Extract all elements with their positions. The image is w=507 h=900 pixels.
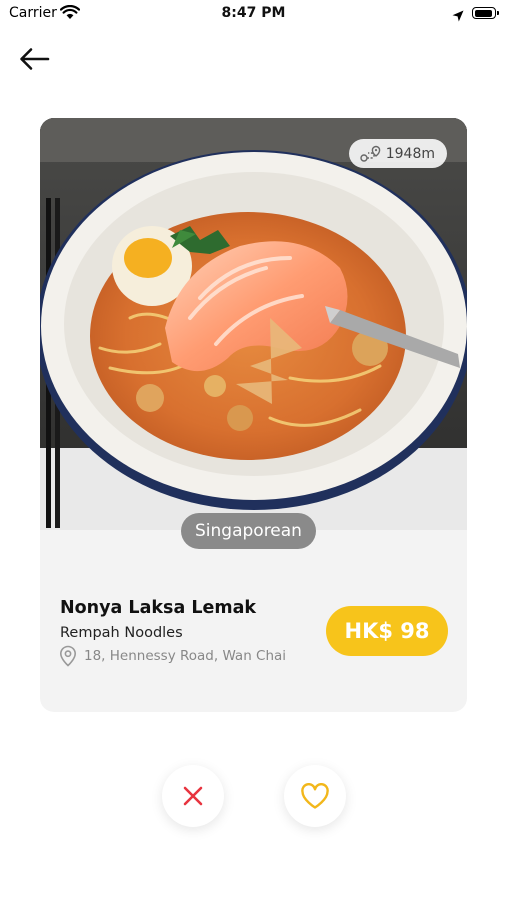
restaurant-name: Rempah Noodles (60, 625, 183, 641)
location-pin-icon (59, 645, 77, 667)
cuisine-tag: Singaporean (181, 513, 316, 549)
close-icon (183, 786, 203, 806)
food-photo: 1948m (40, 118, 467, 530)
dish-name: Nonya Laksa Lemak (60, 598, 257, 618)
location-arrow-icon (452, 7, 464, 26)
address-text: 18, Hennessy Road, Wan Chai (84, 648, 287, 664)
status-time: 8:47 PM (221, 5, 286, 21)
battery-icon (472, 7, 499, 19)
arrow-left-icon (20, 48, 50, 70)
heart-icon (301, 782, 329, 809)
back-button[interactable] (16, 44, 56, 76)
distance-badge: 1948m (348, 139, 447, 168)
distance-label: 1948m (385, 145, 435, 162)
food-card[interactable]: 1948m Singaporean Nonya Laksa Lemak Remp… (40, 118, 467, 712)
route-icon (360, 145, 381, 162)
price-button[interactable]: HK$ 98 (326, 606, 448, 656)
like-button[interactable] (284, 765, 346, 827)
address-row: 18, Hennessy Road, Wan Chai (58, 645, 286, 667)
dislike-button[interactable] (162, 765, 224, 827)
status-bar: Carrier 8:47 PM (0, 0, 507, 28)
